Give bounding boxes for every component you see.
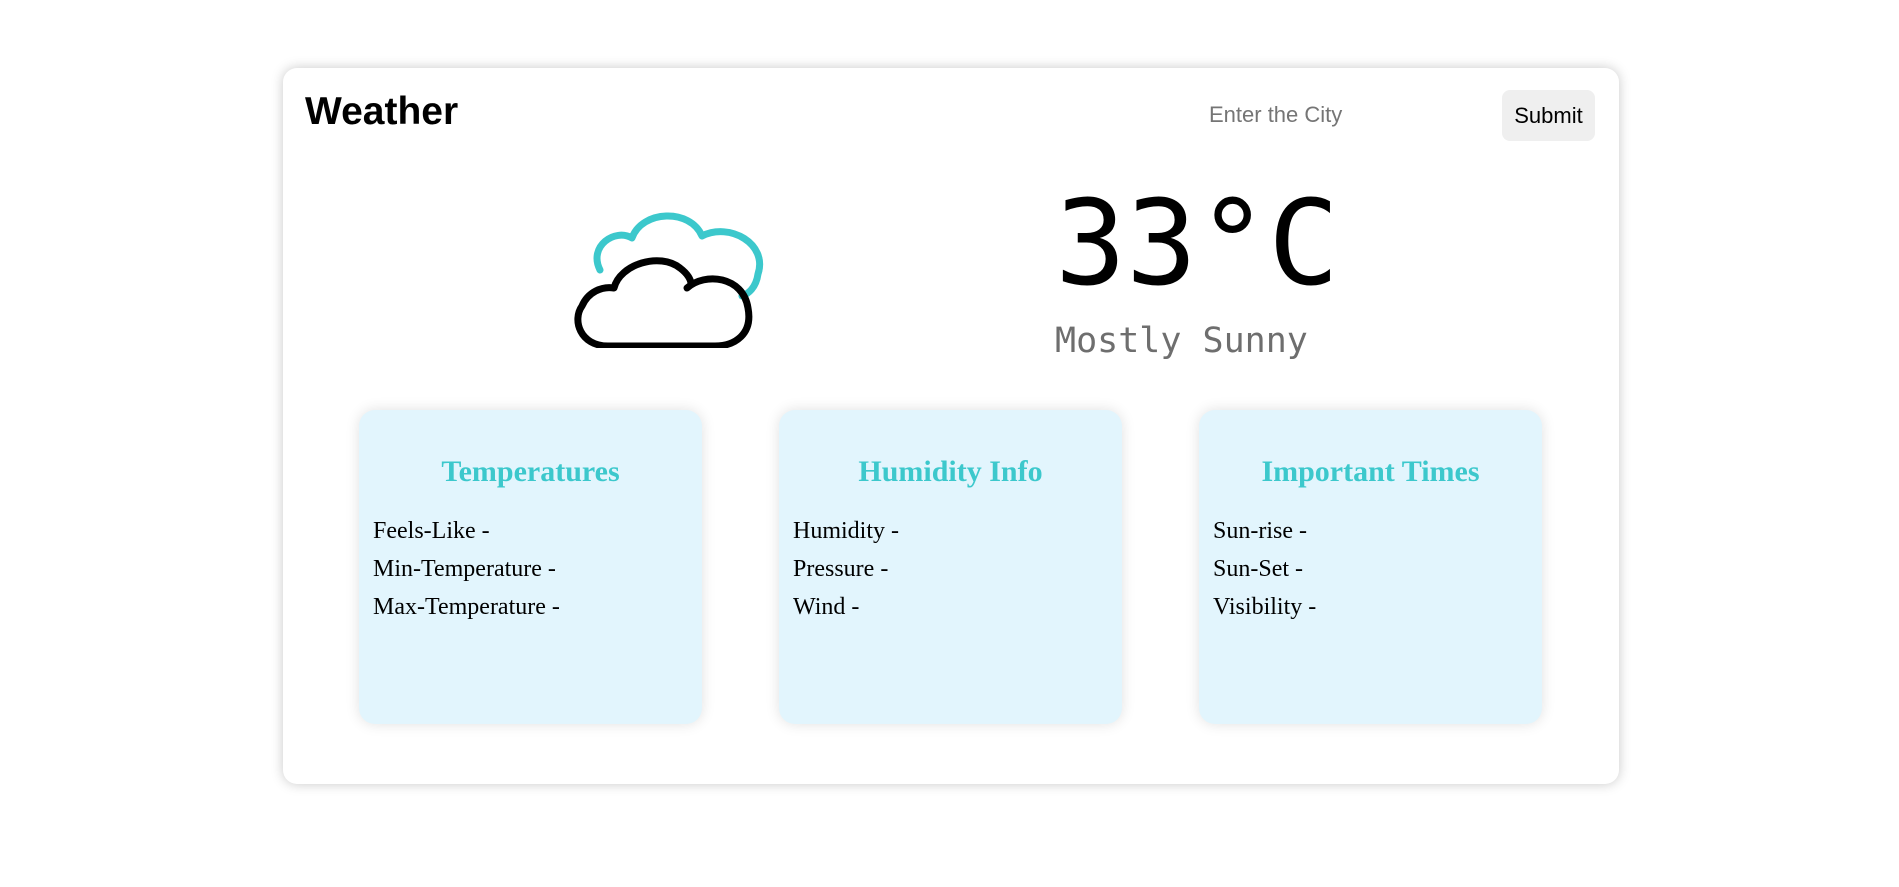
important-times-panel: Important Times Sun-rise - Sun-Set - Vis…	[1199, 410, 1542, 724]
panel-heading: Important Times	[1261, 455, 1480, 488]
min-temperature-item: Min-Temperature -	[373, 556, 556, 582]
wind-item: Wind -	[793, 594, 860, 620]
temperature-value: 33°C	[1055, 174, 1340, 312]
panel-list: Feels-Like - Min-Temperature - Max-Tempe…	[373, 512, 560, 626]
panel-heading: Humidity Info	[858, 455, 1043, 488]
city-search-input[interactable]	[1209, 92, 1469, 138]
panel-list: Sun-rise - Sun-Set - Visibility -	[1213, 512, 1316, 626]
max-temperature-item: Max-Temperature -	[373, 594, 560, 620]
sunset-item: Sun-Set -	[1213, 556, 1303, 582]
cloudy-icon	[574, 212, 764, 348]
panel-heading: Temperatures	[441, 455, 620, 488]
sunrise-item: Sun-rise -	[1213, 518, 1307, 544]
humidity-item: Humidity -	[793, 518, 899, 544]
weather-condition: Mostly Sunny	[1055, 321, 1308, 361]
app-title: Weather	[305, 90, 459, 133]
pressure-item: Pressure -	[793, 556, 889, 582]
submit-button[interactable]: Submit	[1502, 90, 1595, 141]
temperatures-panel: Temperatures Feels-Like - Min-Temperatur…	[359, 410, 702, 724]
panel-list: Humidity - Pressure - Wind -	[793, 512, 899, 626]
feels-like-item: Feels-Like -	[373, 518, 490, 544]
weather-card: Weather Submit 33°C Mostly Sunny Tempera…	[283, 68, 1619, 784]
humidity-panel: Humidity Info Humidity - Pressure - Wind…	[779, 410, 1122, 724]
visibility-item: Visibility -	[1213, 594, 1317, 620]
